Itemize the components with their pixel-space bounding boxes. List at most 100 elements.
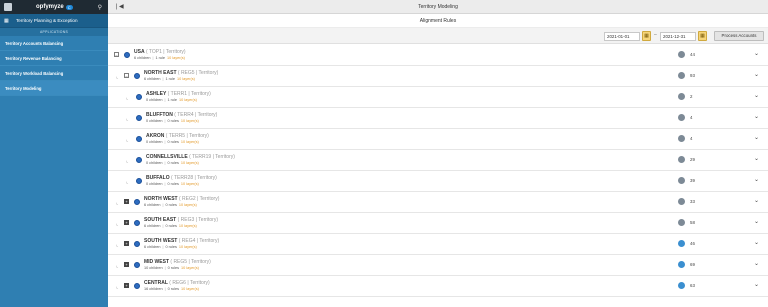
children-count: 6 children	[134, 56, 151, 60]
chevron-down-icon[interactable]: ⌄	[754, 281, 759, 288]
toolbar: ▦ – ▦ Process Accounts	[108, 28, 768, 44]
user-count: 44	[690, 52, 695, 57]
end-calendar-icon[interactable]: ▦	[698, 31, 707, 41]
territory-list: – USA ( TOP1 | Territory) 6 children | 1 r…	[108, 45, 768, 297]
layers-link[interactable]: 10 layer(s)	[181, 182, 199, 186]
territory-name: AKRON	[146, 133, 165, 139]
children-count: 6 children	[144, 203, 161, 207]
applications-header: APPLICATIONS	[0, 28, 108, 36]
territory-row[interactable]: ⌞ BLUFFTON ( TERR4 | Territory) 0 childr…	[108, 108, 768, 129]
rules-count: 0 rules	[167, 182, 179, 186]
user-count: 63	[690, 283, 695, 288]
territory-node-icon	[136, 178, 142, 184]
territory-node-icon	[136, 94, 142, 100]
territory-name: BLUFFTON	[146, 112, 173, 118]
territory-row[interactable]: ⌞ CONNELLSVILLE ( TERR19 | Territory) 0 …	[108, 150, 768, 171]
chevron-down-icon[interactable]: ⌄	[754, 92, 759, 99]
collapse-toggle-icon[interactable]: –	[124, 73, 129, 78]
expand-toggle-icon[interactable]: +	[124, 241, 129, 246]
tree-connector: ⌞	[126, 179, 129, 185]
layers-link[interactable]: 10 layer(s)	[181, 287, 199, 291]
chevron-down-icon[interactable]: ⌄	[754, 218, 759, 225]
sidebar-item-revenue-balancing[interactable]: Territory Revenue Balancing	[0, 51, 108, 66]
territory-name: CONNELLSVILLE	[146, 154, 188, 160]
user-count: 4	[690, 115, 693, 120]
territory-node-icon	[134, 241, 140, 247]
chevron-down-icon[interactable]: ⌄	[754, 50, 759, 57]
territory-node-icon	[134, 283, 140, 289]
children-count: 6 children	[144, 77, 161, 81]
sidebar-item-territory-modeling[interactable]: Territory Modeling	[0, 81, 108, 96]
end-date-input[interactable]	[660, 32, 696, 41]
users-avatar-icon	[678, 93, 685, 100]
territory-code: ( TERR5 | Territory)	[165, 133, 209, 139]
territory-row[interactable]: ⌞ ASHLEY ( TERR1 | Territory) 0 children…	[108, 87, 768, 108]
rules-count: 0 rules	[167, 287, 179, 291]
territory-code: ( REG6 | Territory)	[169, 280, 210, 286]
top-header: ❘◀ Territory Modeling	[108, 0, 768, 14]
territory-row[interactable]: – USA ( TOP1 | Territory) 6 children | 1 r…	[108, 45, 768, 66]
users-avatar-icon	[678, 219, 685, 226]
territory-code: ( REG5 | Territory)	[177, 70, 219, 76]
chevron-down-icon[interactable]: ⌄	[754, 239, 759, 246]
rules-count: 0 rules	[165, 224, 177, 228]
layers-link[interactable]: 10 layer(s)	[181, 119, 199, 123]
territory-row[interactable]: ⌞ – NORTH EAST ( REG5 | Territory) 6 chi…	[108, 66, 768, 87]
territory-row[interactable]: ⌞ + MID WEST ( REG5 | Territory) 10 chil…	[108, 255, 768, 276]
layers-link[interactable]: 10 layer(s)	[167, 56, 185, 60]
rules-count: 0 rules	[167, 140, 179, 144]
tree-connector: ⌞	[116, 221, 119, 227]
collapse-toggle-icon[interactable]: –	[114, 52, 119, 57]
brand-name: opfymyze	[36, 4, 64, 10]
layers-link[interactable]: 10 layer(s)	[181, 266, 199, 270]
app-logo-icon[interactable]	[4, 3, 12, 11]
expand-toggle-icon[interactable]: +	[124, 262, 129, 267]
children-count: 16 children	[144, 287, 163, 291]
rules-count: 0 rules	[167, 266, 179, 270]
territory-node-icon	[134, 220, 140, 226]
territory-code: ( REG2 | Territory)	[179, 196, 220, 202]
children-count: 0 children	[146, 182, 163, 186]
territory-row[interactable]: ⌞ + CENTRAL ( REG6 | Territory) 16 child…	[108, 276, 768, 297]
start-date-input[interactable]	[604, 32, 640, 41]
header-title: Territory Modeling	[418, 3, 458, 10]
sidebar-item-workload-balancing[interactable]: Territory Workload Balancing	[0, 66, 108, 81]
user-count: 33	[690, 199, 695, 204]
chevron-down-icon[interactable]: ⌄	[754, 260, 759, 267]
territory-row[interactable]: ⌞ + SOUTH EAST ( REG3 | Territory) 6 chi…	[108, 213, 768, 234]
layers-link[interactable]: 10 layer(s)	[181, 161, 199, 165]
module-selector[interactable]: ▦ Territory Planning & Exception	[0, 14, 108, 28]
users-avatar-icon	[678, 261, 685, 268]
search-icon[interactable]: ⚲	[98, 4, 102, 11]
chevron-down-icon[interactable]: ⌄	[754, 134, 759, 141]
expand-toggle-icon[interactable]: +	[124, 199, 129, 204]
date-range-separator: –	[654, 32, 657, 38]
territory-name: SOUTH WEST	[144, 238, 178, 244]
territory-row[interactable]: ⌞ + NORTH WEST ( REG2 | Territory) 6 chi…	[108, 192, 768, 213]
chevron-down-icon[interactable]: ⌄	[754, 197, 759, 204]
chevron-down-icon[interactable]: ⌄	[754, 176, 759, 183]
layers-link[interactable]: 10 layer(s)	[181, 140, 199, 144]
territory-row[interactable]: ⌞ + SOUTH WEST ( REG4 | Territory) 6 chi…	[108, 234, 768, 255]
process-accounts-button[interactable]: Process Accounts	[714, 31, 764, 41]
layers-link[interactable]: 10 layer(s)	[179, 224, 197, 228]
chevron-down-icon[interactable]: ⌄	[754, 71, 759, 78]
sidebar-item-accounts-balancing[interactable]: Territory Accounts Balancing	[0, 36, 108, 51]
layers-link[interactable]: 10 layer(s)	[177, 77, 195, 81]
logo-bar: opfymyze C ⚲	[0, 0, 108, 14]
users-avatar-icon	[678, 135, 685, 142]
territory-name: USA	[134, 49, 145, 55]
layers-link[interactable]: 10 layer(s)	[179, 245, 197, 249]
expand-toggle-icon[interactable]: +	[124, 283, 129, 288]
chevron-down-icon[interactable]: ⌄	[754, 155, 759, 162]
layers-link[interactable]: 10 layer(s)	[179, 98, 197, 102]
children-count: 0 children	[146, 119, 163, 123]
start-calendar-icon[interactable]: ▦	[642, 31, 651, 41]
users-avatar-icon	[678, 240, 685, 247]
chevron-down-icon[interactable]: ⌄	[754, 113, 759, 120]
layers-link[interactable]: 10 layer(s)	[179, 203, 197, 207]
territory-row[interactable]: ⌞ BUFFALO ( TERR28 | Territory) 0 childr…	[108, 171, 768, 192]
territory-row[interactable]: ⌞ AKRON ( TERR5 | Territory) 0 children |…	[108, 129, 768, 150]
tree-connector: ⌞	[116, 74, 119, 80]
expand-toggle-icon[interactable]: +	[124, 220, 129, 225]
